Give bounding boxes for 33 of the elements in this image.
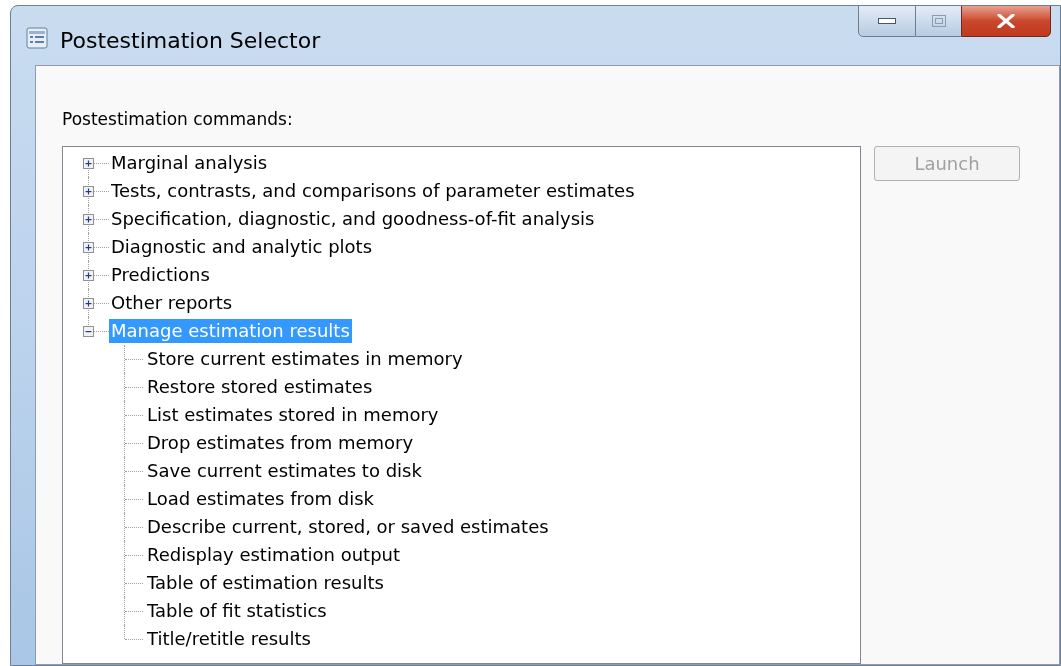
collapse-icon[interactable] xyxy=(83,325,94,337)
window-title: Postestimation Selector xyxy=(60,27,321,55)
expand-icon[interactable] xyxy=(83,157,94,169)
section-label: Postestimation commands: xyxy=(62,108,294,130)
minimize-icon xyxy=(878,18,896,24)
tree-item[interactable]: Drop estimates from memory xyxy=(145,431,416,455)
tree-item[interactable]: Store current estimates in memory xyxy=(145,347,465,371)
window-icon xyxy=(26,27,48,49)
tree-item[interactable]: Redisplay estimation output xyxy=(145,543,403,567)
tree-item[interactable]: Restore stored estimates xyxy=(145,375,375,399)
tree-item[interactable]: Predictions xyxy=(109,263,212,287)
expand-icon[interactable] xyxy=(83,185,94,197)
tree-item[interactable]: List estimates stored in memory xyxy=(145,403,441,427)
maximize-icon xyxy=(931,15,946,27)
tree-item[interactable]: Specification, diagnostic, and goodness-of-fit analysis xyxy=(109,207,597,231)
tree-item[interactable]: Tests, contrasts, and comparisons of parameter estimates xyxy=(109,179,637,203)
expand-icon[interactable] xyxy=(83,269,94,281)
expand-icon[interactable] xyxy=(83,297,94,309)
maximize-button[interactable] xyxy=(916,6,961,37)
tree-item[interactable]: Load estimates from disk xyxy=(145,487,377,511)
tree-item[interactable]: Describe current, stored, or saved estimates xyxy=(145,515,551,539)
expand-icon[interactable] xyxy=(83,213,94,225)
tree-item[interactable]: Other reports xyxy=(109,291,235,315)
tree-item[interactable]: Diagnostic and analytic plots xyxy=(109,235,375,259)
expand-icon[interactable] xyxy=(83,241,94,253)
minimize-button[interactable] xyxy=(858,6,916,37)
close-icon xyxy=(997,14,1015,28)
tree-item[interactable]: Save current estimates to disk xyxy=(145,459,424,483)
tree-item[interactable]: Table of estimation results xyxy=(145,571,386,595)
tree-item[interactable]: Marginal analysis xyxy=(109,151,270,175)
tree-item[interactable]: Title/retitle results xyxy=(145,627,313,651)
tree-item[interactable]: Table of fit statistics xyxy=(145,599,329,623)
close-button[interactable] xyxy=(961,6,1051,37)
